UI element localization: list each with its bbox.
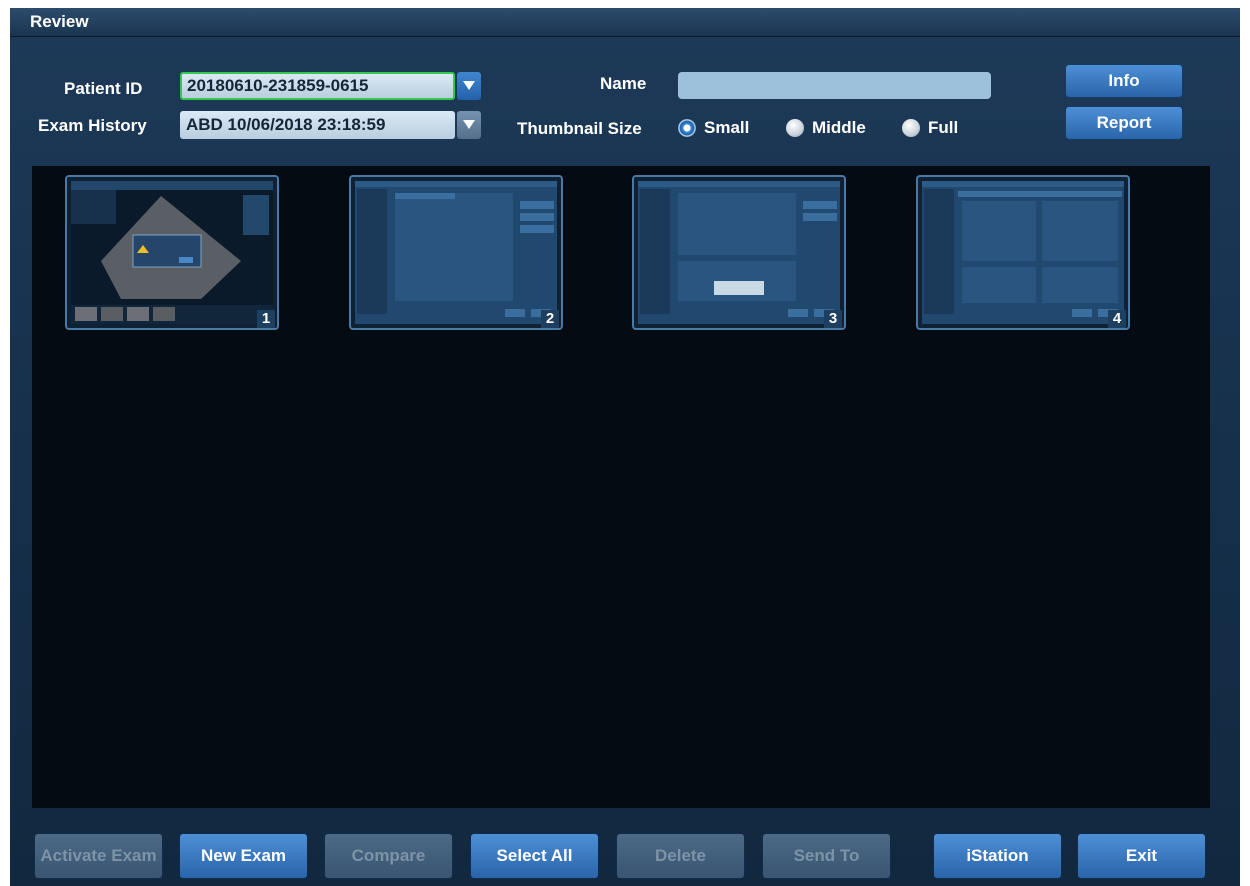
thumbnail-item[interactable]: 2	[349, 175, 563, 330]
exam-history-field[interactable]: ABD 10/06/2018 23:18:59	[180, 111, 455, 139]
thumbnail-item[interactable]: 1	[65, 175, 279, 330]
thumbnail-size-small-radio[interactable]: Small	[678, 118, 749, 138]
ultrasound-screenshot-thumbnail	[71, 181, 273, 324]
thumbnail-size-full-radio[interactable]: Full	[902, 118, 958, 138]
chevron-down-icon	[463, 120, 475, 129]
title-bar: Review	[10, 8, 1240, 37]
radio-label: Full	[928, 118, 959, 137]
activate-exam-button[interactable]: Activate Exam	[34, 833, 163, 879]
setup-screenshot-thumbnail	[355, 181, 557, 324]
thumbnail-item[interactable]: 4	[916, 175, 1130, 330]
thumbnail-size-label: Thumbnail Size	[517, 119, 642, 138]
setup-screenshot-thumbnail	[638, 181, 840, 324]
patient-id-field[interactable]: 20180610-231859-0615	[180, 72, 455, 100]
send-to-button[interactable]: Send To	[762, 833, 891, 879]
patient-id-label: Patient ID	[64, 79, 143, 98]
thumbnail-panel: 1 2 3 4	[32, 166, 1210, 808]
radio-label: Small	[704, 118, 750, 137]
exam-history-dropdown-button[interactable]	[457, 111, 481, 139]
select-all-button[interactable]: Select All	[470, 833, 599, 879]
radio-unselected-icon	[902, 119, 920, 137]
istation-button[interactable]: iStation	[933, 833, 1062, 879]
thumbnail-number: 3	[824, 310, 842, 328]
window-title: Review	[30, 12, 89, 31]
radio-selected-icon	[678, 119, 696, 137]
info-button[interactable]: Info	[1065, 64, 1183, 98]
name-field[interactable]	[678, 72, 991, 99]
report-button[interactable]: Report	[1065, 106, 1183, 140]
patient-id-dropdown-button[interactable]	[457, 72, 481, 100]
delete-button[interactable]: Delete	[616, 833, 745, 879]
compare-button[interactable]: Compare	[324, 833, 453, 879]
thumbnail-item[interactable]: 3	[632, 175, 846, 330]
thumbnail-number: 2	[541, 310, 559, 328]
exam-history-label: Exam History	[38, 116, 147, 135]
review-window: Review Patient ID 20180610-231859-0615 E…	[10, 8, 1240, 886]
radio-unselected-icon	[786, 119, 804, 137]
chevron-down-icon	[463, 81, 475, 90]
thumbnail-number: 4	[1108, 310, 1126, 328]
name-label: Name	[600, 74, 647, 93]
thumbnail-number: 1	[257, 310, 275, 328]
exit-button[interactable]: Exit	[1077, 833, 1206, 879]
thumbnail-size-middle-radio[interactable]: Middle	[786, 118, 866, 138]
radio-label: Middle	[812, 118, 866, 137]
setup-screenshot-thumbnail	[922, 181, 1124, 324]
new-exam-button[interactable]: New Exam	[179, 833, 308, 879]
